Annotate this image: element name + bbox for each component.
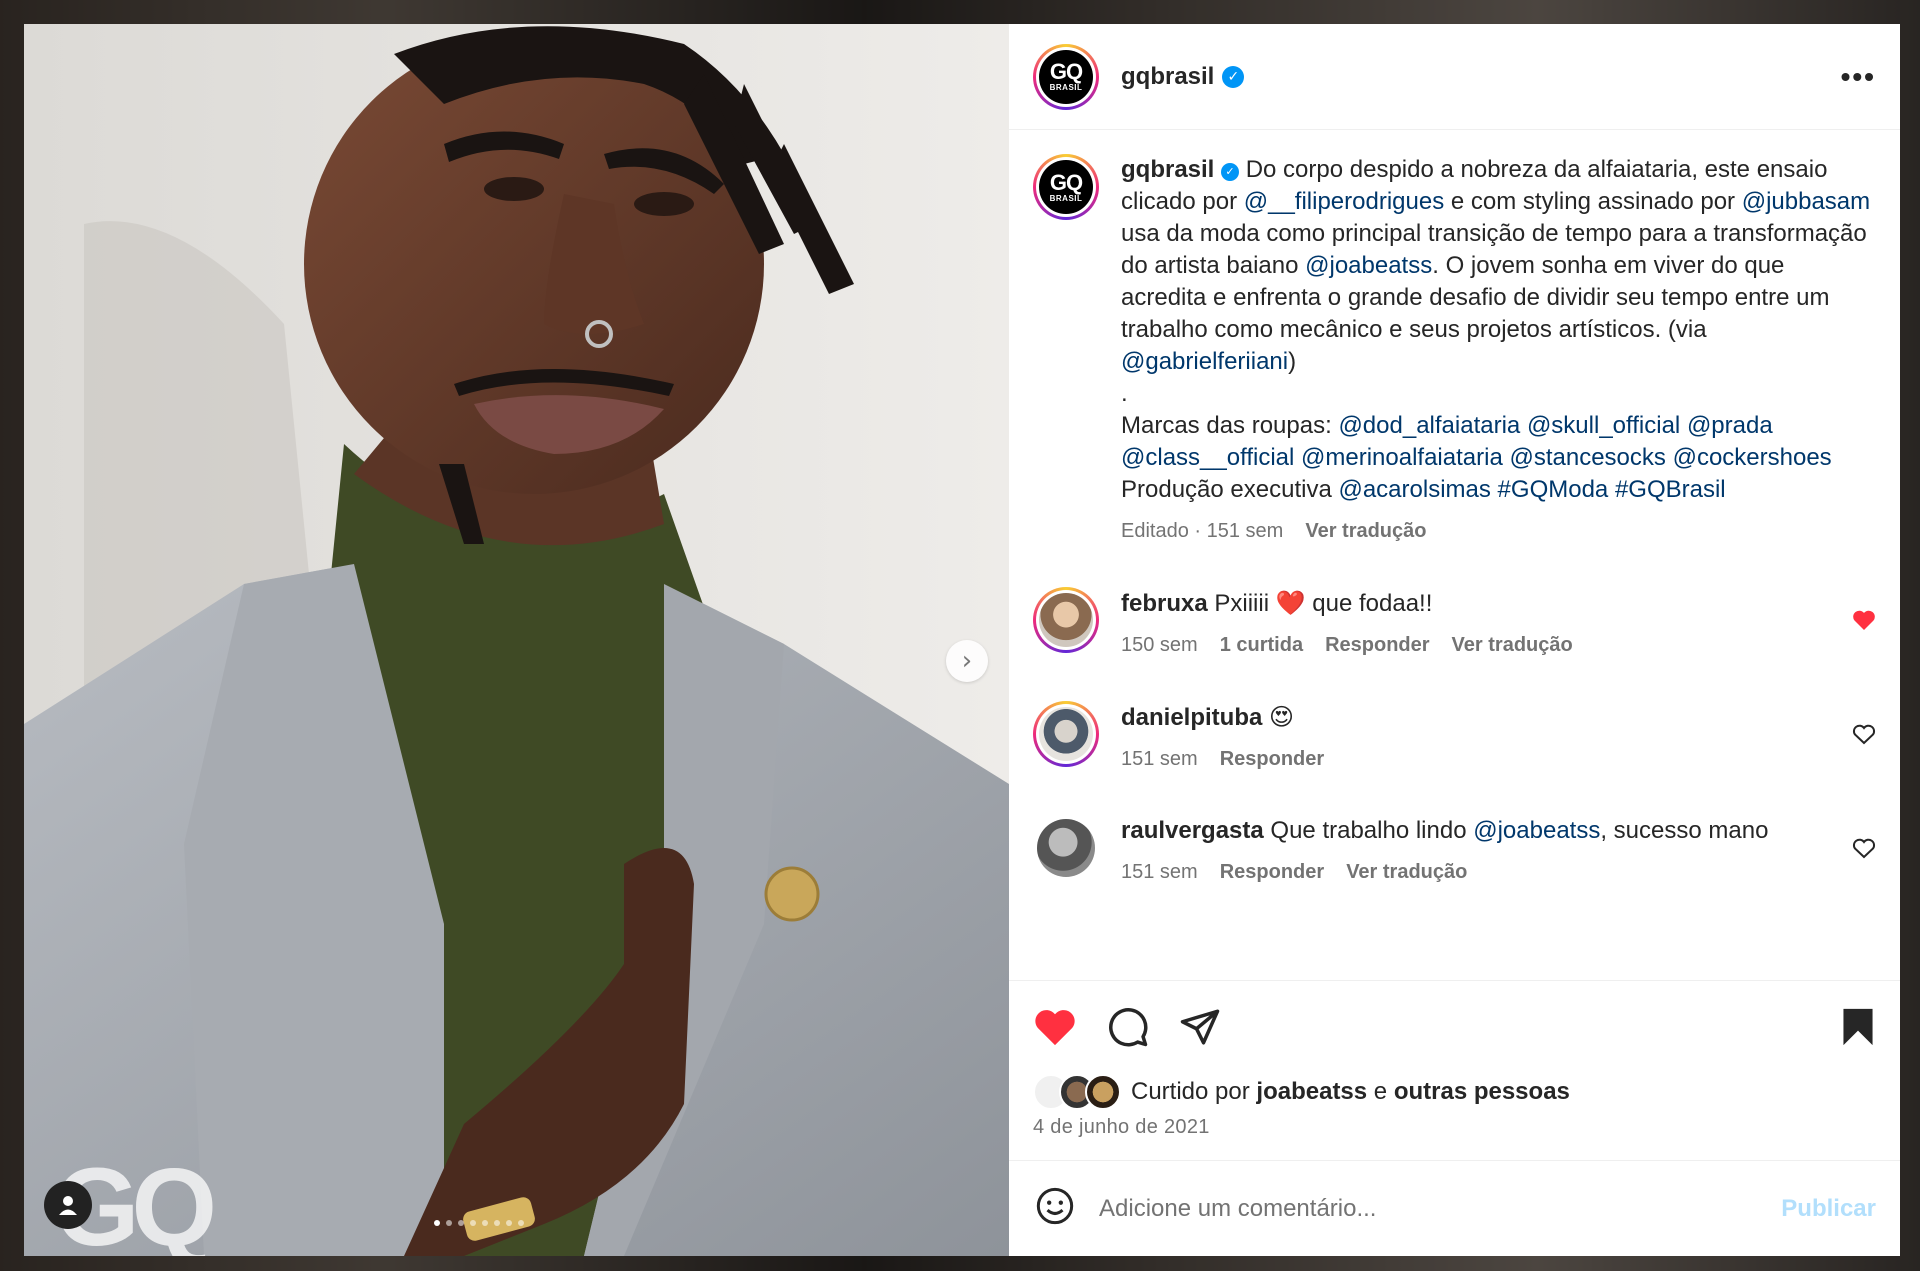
- caption-username[interactable]: gqbrasil: [1121, 156, 1214, 183]
- author-username[interactable]: gqbrasil: [1121, 63, 1214, 91]
- mention-link[interactable]: @stancesocks: [1509, 444, 1665, 471]
- post-details-panel: GQ BRASIL gqbrasil ✓ ••• GQ BRASIL gqbrasi…: [1009, 24, 1900, 1256]
- post-modal: GQ › GQBRASIL gqbrasil ✓ ••• GQBRASIL: [24, 24, 1900, 1256]
- commenter-avatar[interactable]: [1033, 701, 1099, 767]
- carousel-dot: [482, 1220, 488, 1226]
- liked-by-avatars[interactable]: [1033, 1074, 1121, 1110]
- verified-icon: ✓: [1222, 65, 1245, 88]
- comment-composer: Adicione um comentário... Publicar: [1009, 1160, 1900, 1256]
- comment-meta: 150 sem 1 curtida Responder Ver tradução: [1121, 634, 1876, 657]
- comment-timestamp: 151 sem: [1121, 861, 1198, 883]
- mention-link[interactable]: @prada: [1687, 412, 1773, 439]
- carousel-dot: [518, 1220, 524, 1226]
- carousel-dot: [470, 1220, 476, 1226]
- more-icon[interactable]: •••: [1841, 61, 1876, 93]
- post-date: 4 de junho de 2021: [1033, 1116, 1210, 1138]
- verified-icon: ✓: [1221, 163, 1240, 181]
- post-photo: [24, 24, 1009, 1256]
- post-actions: [1009, 980, 1900, 1072]
- commenter-username[interactable]: danielpituba: [1121, 704, 1262, 731]
- mention-link[interactable]: @cockershoes: [1673, 444, 1832, 471]
- heart-icon[interactable]: [1852, 723, 1876, 751]
- comments-list: GQ BRASIL gqbrasil ✓ Do corpo despido a n…: [1009, 130, 1900, 980]
- comment-item: danielpituba 😍 151 sem Responder: [1033, 701, 1876, 771]
- comment-item: februxa Pxiiiii ❤️ que fodaa!! 150 sem 1…: [1033, 587, 1876, 657]
- liked-by: Curtido por joabeatss e outras pessoas: [1009, 1072, 1900, 1112]
- comment-timestamp: 151 sem: [1121, 748, 1198, 770]
- translate-button[interactable]: Ver tradução: [1346, 861, 1467, 884]
- mention-link[interactable]: @joabeatss: [1473, 817, 1600, 844]
- chevron-right-icon[interactable]: ›: [946, 640, 988, 682]
- mention-link[interactable]: @class__official: [1121, 444, 1294, 471]
- mention-link[interactable]: @acarolsimas: [1338, 476, 1490, 503]
- emoji: 😍: [1269, 703, 1295, 731]
- emoji-icon[interactable]: [1035, 1186, 1075, 1231]
- commenter-avatar[interactable]: [1037, 819, 1095, 877]
- heart-icon[interactable]: [1033, 1007, 1077, 1047]
- carousel-dot: [434, 1220, 440, 1226]
- heart-icon[interactable]: [1852, 837, 1876, 865]
- share-icon[interactable]: [1179, 1007, 1221, 1047]
- translate-button[interactable]: Ver tradução: [1452, 634, 1573, 657]
- carousel-dot: [458, 1220, 464, 1226]
- comment-meta: 151 sem Responder Ver tradução: [1121, 861, 1876, 884]
- caption-text: gqbrasil ✓ Do corpo despido a nobreza da…: [1121, 156, 1871, 503]
- user-tag-icon[interactable]: [44, 1181, 92, 1229]
- emoji: ❤️: [1275, 589, 1306, 617]
- mention-link[interactable]: @merinoalfaiataria: [1301, 444, 1503, 471]
- comment-text: februxa Pxiiiii ❤️ que fodaa!!: [1121, 589, 1433, 617]
- carousel-dot: [446, 1220, 452, 1226]
- mention-link[interactable]: @dod_alfaiataria: [1338, 412, 1520, 439]
- reply-button[interactable]: Responder: [1220, 748, 1324, 771]
- mention-link[interactable]: @skull_official: [1527, 412, 1680, 439]
- translate-button[interactable]: Ver tradução: [1305, 520, 1426, 543]
- liked-by-others[interactable]: outras pessoas: [1394, 1078, 1570, 1106]
- comment-text: raulvergasta Que trabalho lindo @joabeat…: [1121, 817, 1769, 844]
- carousel-dots: [434, 1220, 524, 1226]
- post-media: GQ ›: [24, 24, 1009, 1256]
- mention-link[interactable]: @__filiperodrigues: [1244, 188, 1444, 215]
- post-caption: GQ BRASIL gqbrasil ✓ Do corpo despido a n…: [1033, 154, 1876, 543]
- commenter-avatar[interactable]: [1033, 587, 1099, 653]
- reply-button[interactable]: Responder: [1220, 861, 1324, 884]
- comment-item: raulvergasta Que trabalho lindo @joabeat…: [1033, 815, 1876, 884]
- author-avatar[interactable]: GQ BRASIL: [1033, 43, 1099, 110]
- caption-meta: Editado · 151 sem Ver tradução: [1121, 520, 1876, 543]
- caption-avatar[interactable]: GQ BRASIL: [1033, 154, 1099, 220]
- caption-timestamp: Editado · 151 sem: [1121, 520, 1284, 542]
- hashtag-link[interactable]: #GQModa: [1498, 476, 1609, 503]
- mention-link[interactable]: @jubbasam: [1742, 188, 1870, 215]
- publish-button[interactable]: Publicar: [1781, 1195, 1876, 1223]
- heart-icon[interactable]: [1852, 609, 1876, 637]
- commenter-username[interactable]: raulvergasta: [1121, 817, 1264, 844]
- bookmark-icon[interactable]: [1840, 1007, 1876, 1047]
- mention-link[interactable]: @joabeatss: [1305, 252, 1432, 279]
- reply-button[interactable]: Responder: [1325, 634, 1429, 657]
- carousel-dot: [494, 1220, 500, 1226]
- mention-link[interactable]: @gabrielferiiani: [1121, 348, 1288, 375]
- commenter-username[interactable]: februxa: [1121, 590, 1208, 617]
- post-header: GQ BRASIL gqbrasil ✓ •••: [1009, 24, 1900, 130]
- comment-input[interactable]: Adicione um comentário...: [1099, 1195, 1781, 1223]
- comment-text: danielpituba 😍: [1121, 701, 1876, 734]
- comment-timestamp: 150 sem: [1121, 634, 1198, 656]
- carousel-dot: [506, 1220, 512, 1226]
- comment-likes-count[interactable]: 1 curtida: [1220, 634, 1303, 657]
- comment-meta: 151 sem Responder: [1121, 748, 1876, 771]
- liked-by-user[interactable]: joabeatss: [1256, 1078, 1367, 1106]
- hashtag-link[interactable]: #GQBrasil: [1615, 476, 1726, 503]
- comment-icon[interactable]: [1107, 1006, 1149, 1048]
